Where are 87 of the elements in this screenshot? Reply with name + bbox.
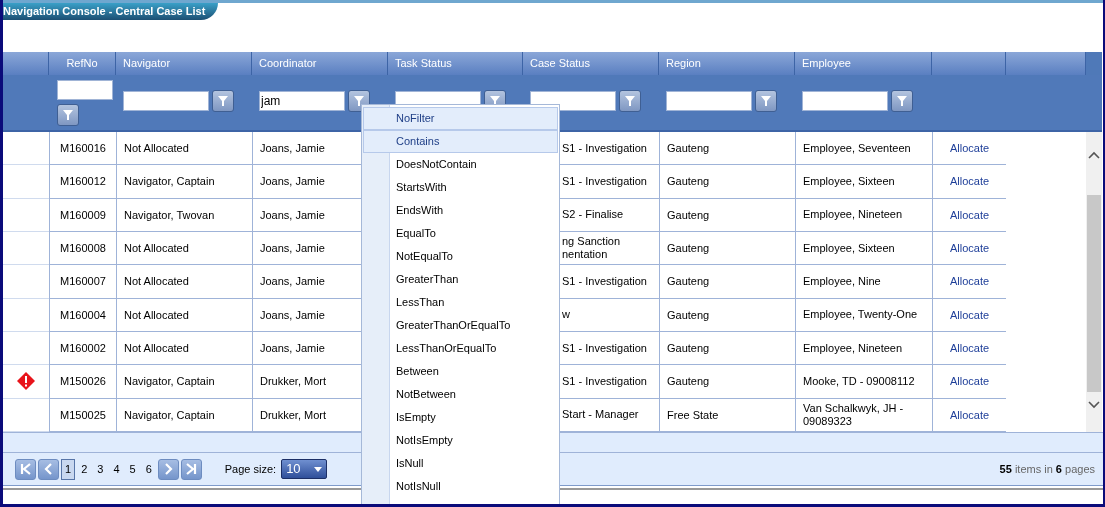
table-cell: M160009 <box>49 198 116 232</box>
filter-field[interactable] <box>530 90 616 111</box>
first-page-button[interactable] <box>15 458 36 480</box>
table-cell: Free State <box>659 398 795 432</box>
table-cell: Gauteng <box>659 365 795 399</box>
page-number[interactable]: 4 <box>109 458 124 480</box>
allocate-link[interactable]: Allocate <box>949 239 990 257</box>
table-cell: Gauteng <box>659 331 795 366</box>
caret-icon <box>314 466 323 472</box>
table-cell: Gauteng <box>659 198 795 232</box>
table-cell: Navigator, Captain <box>116 365 252 399</box>
table-cell: M150025 <box>49 398 116 432</box>
table-cell: Gauteng <box>659 298 795 332</box>
pager-summary: 55 items in 6 pages <box>999 461 1095 477</box>
first-page-icon <box>18 462 33 476</box>
funnel-icon <box>218 95 228 106</box>
table-cell: Navigator, Captain <box>116 165 252 199</box>
funnel-icon <box>63 110 73 120</box>
last-page-button[interactable] <box>180 458 202 480</box>
table-cell: M150026 <box>49 365 116 399</box>
page-size-select[interactable]: 10 <box>281 459 328 479</box>
table-cell: Gauteng <box>659 265 795 299</box>
allocate-link[interactable]: Allocate <box>949 406 990 424</box>
allocate-link[interactable]: Allocate <box>949 273 990 290</box>
page-number[interactable]: 1 <box>61 458 76 480</box>
filter-button[interactable] <box>348 89 370 112</box>
allocate-link[interactable]: Allocate <box>949 306 990 324</box>
scroll-up-icon[interactable] <box>1088 151 1100 159</box>
allocate-link[interactable]: Allocate <box>949 139 990 157</box>
table-cell: Navigator, Captain <box>116 398 252 432</box>
next-page-button[interactable] <box>157 458 179 480</box>
allocate-link[interactable]: Allocate <box>949 173 990 190</box>
table-cell: Employee, Seventeen <box>795 132 932 166</box>
filter-button[interactable] <box>57 104 79 126</box>
scrollbar[interactable] <box>1086 132 1102 432</box>
table-cell: Gauteng <box>659 232 795 266</box>
table-cell: M160007 <box>49 265 116 299</box>
page-size-label: Page size: <box>224 461 277 477</box>
table-cell: M160008 <box>49 232 116 266</box>
funnel-icon <box>897 95 907 106</box>
last-page-icon <box>184 462 199 476</box>
filter-field[interactable] <box>802 90 888 111</box>
filter-field[interactable] <box>123 90 209 111</box>
table-cell: M160016 <box>49 132 116 166</box>
table-cell: Gauteng <box>659 132 795 166</box>
prev-page-button[interactable] <box>38 458 59 480</box>
table-cell: Employee, Sixteen <box>795 232 932 266</box>
page-number[interactable]: 2 <box>77 458 92 480</box>
funnel-icon <box>761 95 771 106</box>
filter-button[interactable] <box>755 89 777 112</box>
table-cell: Mooke, TD - 09008112 <box>795 365 932 399</box>
funnel-icon <box>625 95 635 106</box>
allocate-link[interactable]: Allocate <box>949 373 990 390</box>
table-cell: M160012 <box>49 165 116 199</box>
menu-item[interactable]: NotIsNull <box>363 475 558 498</box>
scroll-down-icon[interactable] <box>1088 401 1100 409</box>
page-number[interactable]: 3 <box>93 458 108 480</box>
table-cell: Van Schalkwyk, JH - 09089323 <box>795 398 932 432</box>
filter-field[interactable] <box>666 90 752 111</box>
table-cell: Employee, Nineteen <box>795 331 932 366</box>
allocate-link[interactable]: Allocate <box>949 339 990 357</box>
menu-item[interactable]: IsNull <box>363 452 558 475</box>
page-number[interactable]: 6 <box>141 458 156 480</box>
table-cell: Employee, Nineteen <box>795 198 932 232</box>
table-cell: Not Allocated <box>116 132 252 166</box>
table-cell: Not Allocated <box>116 331 252 366</box>
filter-button[interactable] <box>891 89 913 112</box>
table-cell: Employee, Twenty-One <box>795 298 932 332</box>
filter-button[interactable] <box>619 89 641 112</box>
table-cell: Gauteng <box>659 165 795 199</box>
filter-field[interactable] <box>57 80 113 100</box>
table-cell: Employee, Nine <box>795 265 932 299</box>
table-cell: Employee, Sixteen <box>795 165 932 199</box>
page-number[interactable]: 5 <box>125 458 140 480</box>
table-cell: Not Allocated <box>116 232 252 266</box>
table-cell: M160002 <box>49 331 116 366</box>
table-cell: Not Allocated <box>116 265 252 299</box>
menu-item[interactable]: NotIsEmpty <box>363 429 558 452</box>
menu-item[interactable]: Contains <box>363 130 558 153</box>
filter-button[interactable] <box>212 89 234 112</box>
table-cell: M160004 <box>49 298 116 332</box>
allocate-link[interactable]: Allocate <box>949 206 990 224</box>
menu-item[interactable]: NoFilter <box>363 107 558 130</box>
table-cell: Navigator, Twovan <box>116 198 252 232</box>
table-cell: Not Allocated <box>116 298 252 332</box>
window-title: Navigation Console - Central Case List <box>3 3 218 20</box>
filter-field[interactable]: jam <box>259 90 345 111</box>
